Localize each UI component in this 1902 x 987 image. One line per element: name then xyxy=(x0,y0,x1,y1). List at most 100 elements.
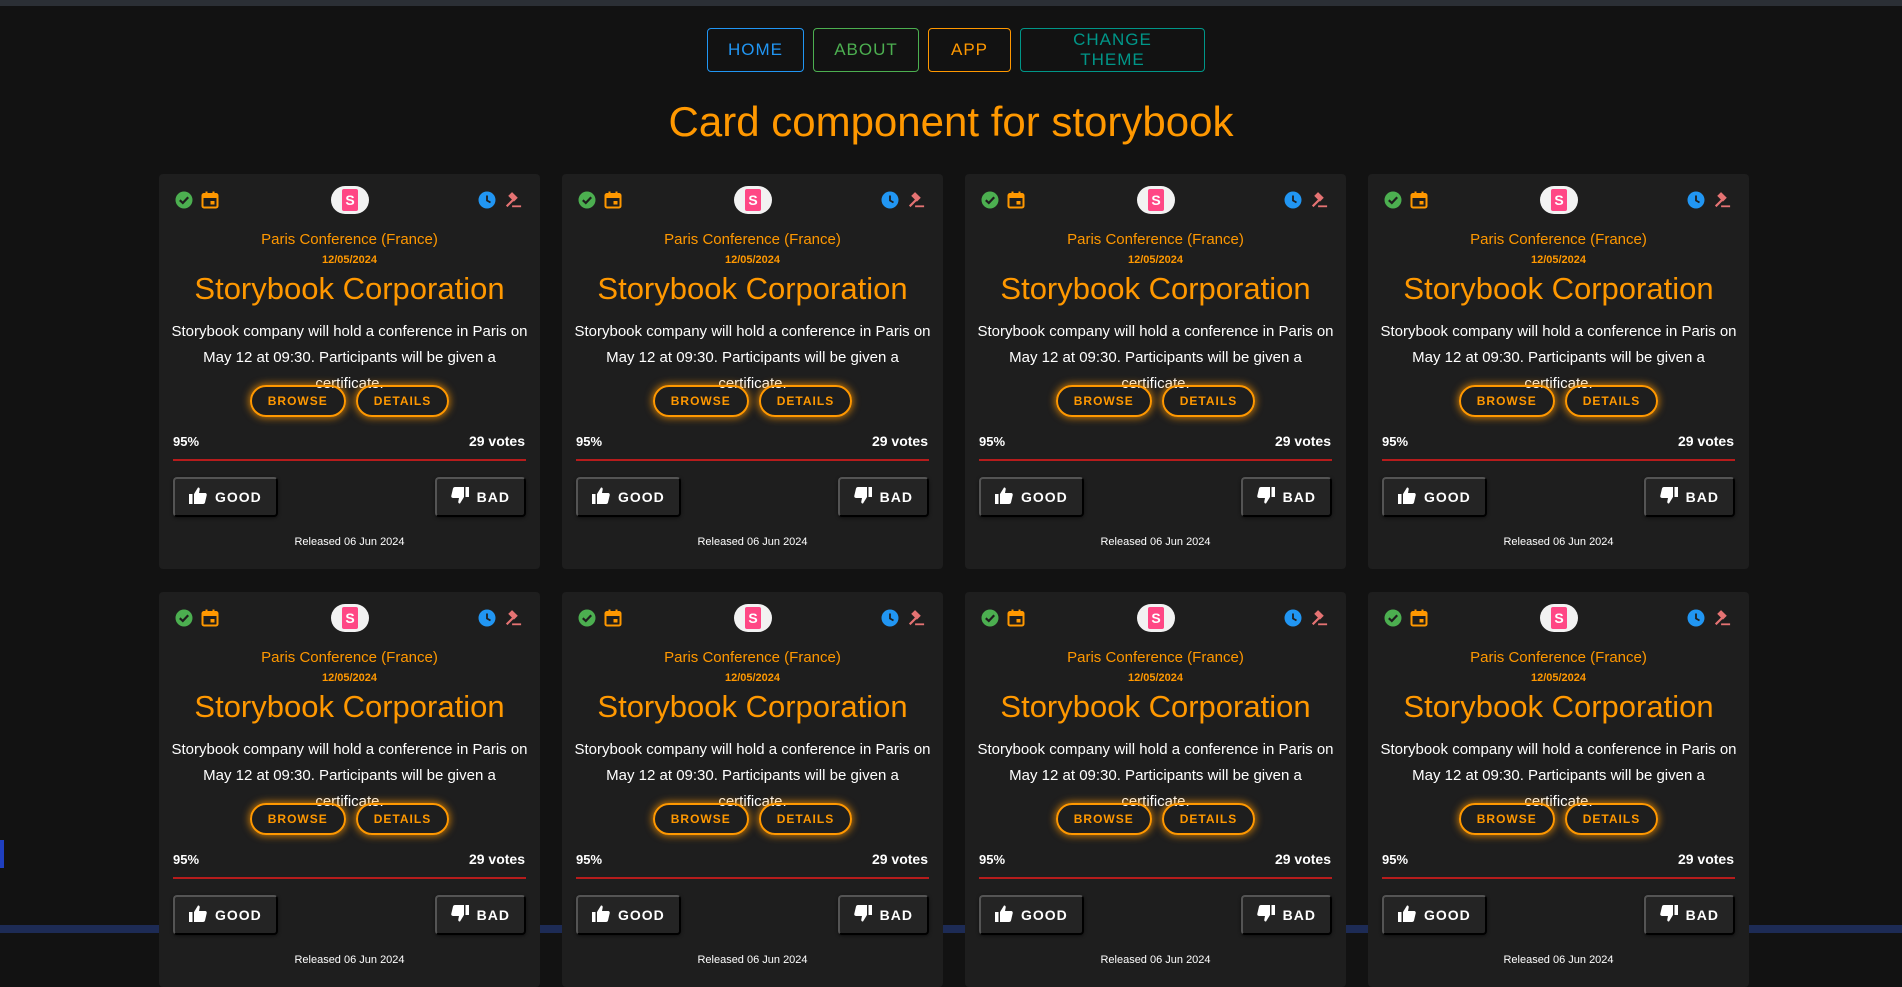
details-button[interactable]: DETAILS xyxy=(758,385,853,417)
release-date: Released 06 Jun 2024 xyxy=(1503,536,1614,548)
page-title: Card component for storybook xyxy=(668,98,1234,145)
bad-vote-button[interactable]: BAD xyxy=(1643,895,1735,935)
event-card: S Paris Conference (France) 12/05/2024 S… xyxy=(562,174,943,569)
event-card: S Paris Conference (France) 12/05/2024 S… xyxy=(1368,592,1749,987)
card-subtitle: Paris Conference (France) xyxy=(664,231,841,248)
calendar-icon xyxy=(1410,191,1428,209)
card-subtitle: Paris Conference (France) xyxy=(1067,231,1244,248)
storybook-logo-letter: S xyxy=(342,189,358,211)
bad-vote-button[interactable]: BAD xyxy=(1240,895,1332,935)
rating-percent: 95% xyxy=(1382,434,1409,449)
bad-vote-button[interactable]: BAD xyxy=(1643,477,1735,517)
bad-vote-label: BAD xyxy=(1685,489,1719,505)
change-theme-button[interactable]: CHANGE THEME xyxy=(1020,28,1205,72)
browse-button[interactable]: BROWSE xyxy=(1458,803,1555,835)
rating-percent: 95% xyxy=(1382,852,1409,867)
card-date: 12/05/2024 xyxy=(321,672,378,684)
event-card: S Paris Conference (France) 12/05/2024 S… xyxy=(159,174,540,569)
card-status-icons xyxy=(981,609,1025,627)
good-vote-button[interactable]: GOOD xyxy=(979,477,1084,517)
details-button[interactable]: DETAILS xyxy=(1161,803,1256,835)
details-button[interactable]: DETAILS xyxy=(1564,385,1659,417)
card-title: Storybook Corporation xyxy=(1403,271,1714,306)
good-vote-button[interactable]: GOOD xyxy=(979,895,1084,935)
calendar-icon xyxy=(1410,609,1428,627)
browse-button[interactable]: BROWSE xyxy=(249,385,346,417)
card-status-icons xyxy=(578,191,622,209)
nav-about-button[interactable]: ABOUT xyxy=(813,28,919,72)
check-circle-icon xyxy=(1384,191,1402,209)
rating-divider xyxy=(1382,877,1735,879)
card-title: Storybook Corporation xyxy=(1000,271,1311,306)
rating-divider xyxy=(173,459,526,461)
browse-button[interactable]: BROWSE xyxy=(652,385,749,417)
good-vote-label: GOOD xyxy=(618,907,665,923)
browser-top-strip xyxy=(0,0,1902,6)
card-actions: BROWSE DETAILS xyxy=(965,385,1346,417)
details-button[interactable]: DETAILS xyxy=(758,803,853,835)
check-circle-icon xyxy=(578,191,596,209)
left-edge-marker xyxy=(0,840,4,868)
rating-percent: 95% xyxy=(173,434,200,449)
good-vote-button[interactable]: GOOD xyxy=(173,477,278,517)
good-vote-button[interactable]: GOOD xyxy=(173,895,278,935)
good-vote-label: GOOD xyxy=(215,489,262,505)
browse-button[interactable]: BROWSE xyxy=(652,803,749,835)
card-title: Storybook Corporation xyxy=(1000,689,1311,724)
rating-percent: 95% xyxy=(576,434,603,449)
vote-count: 29 votes xyxy=(468,851,525,867)
bad-vote-label: BAD xyxy=(1282,489,1316,505)
nav-app-button[interactable]: APP xyxy=(928,28,1011,72)
gavel-icon xyxy=(504,609,522,627)
thumb-down-icon xyxy=(1256,905,1275,925)
bad-vote-button[interactable]: BAD xyxy=(434,477,526,517)
details-button[interactable]: DETAILS xyxy=(355,385,450,417)
bad-vote-button[interactable]: BAD xyxy=(1240,477,1332,517)
browse-button[interactable]: BROWSE xyxy=(1055,385,1152,417)
vote-count: 29 votes xyxy=(1274,433,1331,449)
good-vote-button[interactable]: GOOD xyxy=(1382,477,1487,517)
bad-vote-button[interactable]: BAD xyxy=(434,895,526,935)
clock-icon xyxy=(478,191,496,209)
card-title: Storybook Corporation xyxy=(597,271,908,306)
card-subtitle: Paris Conference (France) xyxy=(664,649,841,666)
card-status-icons xyxy=(175,609,219,627)
storybook-logo-letter: S xyxy=(745,189,761,211)
calendar-icon xyxy=(604,609,622,627)
check-circle-icon xyxy=(175,609,193,627)
clock-icon xyxy=(478,609,496,627)
thumb-down-icon xyxy=(450,487,469,507)
browse-button[interactable]: BROWSE xyxy=(1055,803,1152,835)
rating-divider xyxy=(576,877,929,879)
good-vote-button[interactable]: GOOD xyxy=(576,895,681,935)
check-circle-icon xyxy=(981,191,999,209)
details-button[interactable]: DETAILS xyxy=(1564,803,1659,835)
bad-vote-button[interactable]: BAD xyxy=(837,895,929,935)
storybook-logo-letter: S xyxy=(1551,189,1567,211)
card-subtitle: Paris Conference (France) xyxy=(1067,649,1244,666)
good-vote-label: GOOD xyxy=(215,907,262,923)
browse-button[interactable]: BROWSE xyxy=(1458,385,1555,417)
card-subtitle: Paris Conference (France) xyxy=(1470,231,1647,248)
details-button[interactable]: DETAILS xyxy=(1161,385,1256,417)
card-actions: BROWSE DETAILS xyxy=(562,803,943,835)
card-status-icons xyxy=(1384,191,1428,209)
nav-home-button[interactable]: HOME xyxy=(707,28,804,72)
good-vote-button[interactable]: GOOD xyxy=(1382,895,1487,935)
rating-divider xyxy=(173,877,526,879)
thumb-up-icon xyxy=(995,905,1013,925)
card-meta-icons xyxy=(881,191,925,209)
bad-vote-button[interactable]: BAD xyxy=(837,477,929,517)
calendar-icon xyxy=(201,191,219,209)
thumb-down-icon xyxy=(1256,487,1275,507)
storybook-logo-letter: S xyxy=(1148,607,1164,629)
details-button[interactable]: DETAILS xyxy=(355,803,450,835)
browse-button[interactable]: BROWSE xyxy=(249,803,346,835)
vote-count: 29 votes xyxy=(1677,851,1734,867)
storybook-logo-icon: S xyxy=(734,604,772,632)
good-vote-button[interactable]: GOOD xyxy=(576,477,681,517)
thumb-down-icon xyxy=(853,487,872,507)
bad-vote-label: BAD xyxy=(879,907,913,923)
thumb-up-icon xyxy=(1398,487,1416,507)
rating-divider xyxy=(979,459,1332,461)
